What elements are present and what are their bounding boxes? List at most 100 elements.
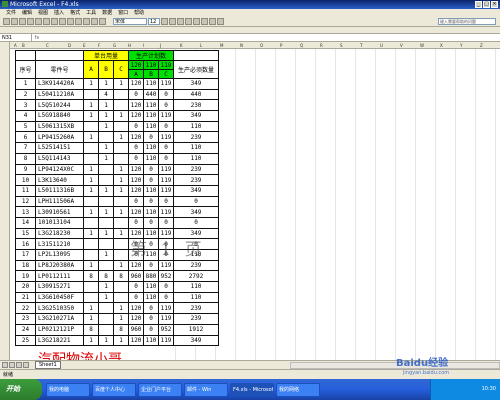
column-letter[interactable]: R [320, 43, 323, 48]
cell-value[interactable]: 1 [98, 334, 114, 347]
cell-value[interactable]: 110 [143, 291, 159, 304]
cell-seq[interactable]: 13 [15, 206, 36, 218]
cell-value[interactable]: 1 [98, 78, 114, 90]
cell-value[interactable]: 0 [128, 120, 144, 133]
cell-value[interactable]: 1 [83, 110, 99, 122]
cell-value[interactable]: 0 [158, 152, 174, 165]
cell-value[interactable]: 0 [158, 88, 174, 101]
cell-part[interactable]: L3G210271A [35, 313, 84, 325]
cell-value[interactable]: 0 [143, 259, 159, 272]
column-headers[interactable]: AB C D E F G H I J K L M N O P Q R S T U V W X Y Z [10, 42, 500, 49]
cell-value[interactable]: 1 [98, 281, 114, 293]
underline-icon[interactable] [177, 18, 184, 25]
cell-value[interactable]: 0 [158, 216, 174, 229]
cell-seq[interactable]: 19 [15, 270, 36, 283]
cell-value[interactable]: 1 [98, 227, 114, 240]
save-icon[interactable] [19, 18, 26, 25]
align-right-icon[interactable] [201, 18, 208, 25]
italic-icon[interactable] [169, 18, 176, 25]
cell-value[interactable]: 120 [128, 78, 144, 90]
cell-value[interactable]: 1 [83, 184, 99, 197]
cell-value[interactable]: 1 [113, 302, 129, 315]
cell-value[interactable] [98, 313, 114, 325]
paste-icon[interactable] [59, 18, 66, 25]
horizontal-scrollbar[interactable] [290, 361, 500, 369]
cell-need[interactable]: 110 [173, 291, 219, 304]
cell-part[interactable]: 101013104 [35, 216, 84, 229]
column-letter[interactable]: L [200, 43, 202, 48]
cell-value[interactable]: 1 [113, 78, 129, 90]
column-letter[interactable]: M [220, 43, 223, 48]
unit-col-b[interactable]: B [98, 60, 114, 79]
cell-value[interactable]: 1 [83, 99, 99, 112]
col-header-need[interactable]: 生产必须数量 [173, 60, 219, 79]
cell-value[interactable]: 0 [143, 163, 159, 176]
cell-value[interactable]: 0 [128, 88, 144, 101]
cell-seq[interactable]: 15 [15, 227, 36, 240]
minimize-button[interactable]: _ [475, 1, 482, 8]
cell-value[interactable]: 120 [128, 163, 144, 176]
column-letter[interactable]: P [280, 43, 282, 48]
cell-value[interactable]: 110 [143, 281, 159, 293]
cell-seq[interactable]: 2 [15, 88, 36, 101]
unit-col-c[interactable]: C [113, 60, 129, 79]
cell-need[interactable]: 239 [173, 313, 219, 325]
cell-value[interactable]: 1 [83, 174, 99, 186]
taskbar-item[interactable]: 我的网络 [276, 382, 320, 397]
taskbar-item-excel[interactable]: F4.xls - Microsoft [230, 382, 274, 397]
cell-value[interactable]: 120 [128, 206, 144, 218]
cell-value[interactable]: 440 [143, 88, 159, 101]
cell-value[interactable]: 110 [143, 110, 159, 122]
cell-value[interactable] [113, 238, 129, 250]
cell-part[interactable]: L5061315XB [35, 120, 84, 133]
cell-value[interactable]: 1 [113, 259, 129, 272]
menu-view[interactable]: 视图 [38, 9, 48, 17]
column-letter[interactable]: B [22, 43, 25, 48]
taskbar-item[interactable]: 我的电脑 [46, 382, 90, 397]
cell-need[interactable]: 110 [173, 281, 219, 293]
cell-need[interactable]: 239 [173, 174, 219, 186]
group-header-unit[interactable]: 单台用量 [83, 50, 129, 61]
cell-value[interactable] [113, 195, 129, 208]
cell-part[interactable]: L3K13640 [35, 174, 84, 186]
column-letter[interactable]: C [46, 43, 49, 48]
cell-need[interactable]: 349 [173, 110, 219, 122]
font-select[interactable]: 宋体 [113, 18, 147, 25]
cell-value[interactable] [98, 323, 114, 336]
column-letter[interactable]: F [98, 43, 100, 48]
menu-edit[interactable]: 编辑 [22, 9, 32, 17]
row-headers[interactable] [0, 42, 10, 360]
redo-icon[interactable] [75, 18, 82, 25]
cell-value[interactable]: 110 [143, 184, 159, 197]
align-center-icon[interactable] [193, 18, 200, 25]
cell-value[interactable]: 0 [143, 216, 159, 229]
copy-icon[interactable] [51, 18, 58, 25]
cell-part[interactable]: LPH111506A [35, 195, 84, 208]
fx-icon[interactable]: fx [32, 35, 42, 41]
cell-value[interactable]: 0 [128, 291, 144, 304]
cell-value[interactable]: 119 [158, 131, 174, 144]
cell-value[interactable] [83, 152, 99, 165]
cell-seq[interactable]: 8 [15, 152, 36, 165]
cell-value[interactable]: 120 [128, 259, 144, 272]
cell-seq[interactable]: 7 [15, 142, 36, 154]
column-letter[interactable]: J [160, 43, 161, 48]
cell-value[interactable]: 1 [98, 206, 114, 218]
undo-icon[interactable] [67, 18, 74, 25]
column-letter[interactable]: Q [300, 43, 303, 48]
cell-value[interactable]: 0 [128, 195, 144, 208]
cell-value[interactable] [98, 174, 114, 186]
taskbar-item[interactable]: 企业门户平台 [138, 382, 182, 397]
cell-part[interactable]: L5G918840 [35, 110, 84, 122]
fill-color-icon[interactable] [217, 18, 224, 25]
cell-value[interactable] [113, 216, 129, 229]
plan-col-b[interactable]: B [143, 69, 159, 79]
cell-part[interactable]: L3G218230 [35, 227, 84, 240]
cell-value[interactable]: 8 [113, 270, 129, 283]
cell-value[interactable]: 0 [128, 281, 144, 293]
cell-part[interactable]: L3G2510350 [35, 302, 84, 315]
cell-value[interactable] [113, 99, 129, 112]
cell-value[interactable]: 119 [158, 313, 174, 325]
cell-value[interactable] [98, 302, 114, 315]
last-tab-icon[interactable] [23, 362, 29, 368]
